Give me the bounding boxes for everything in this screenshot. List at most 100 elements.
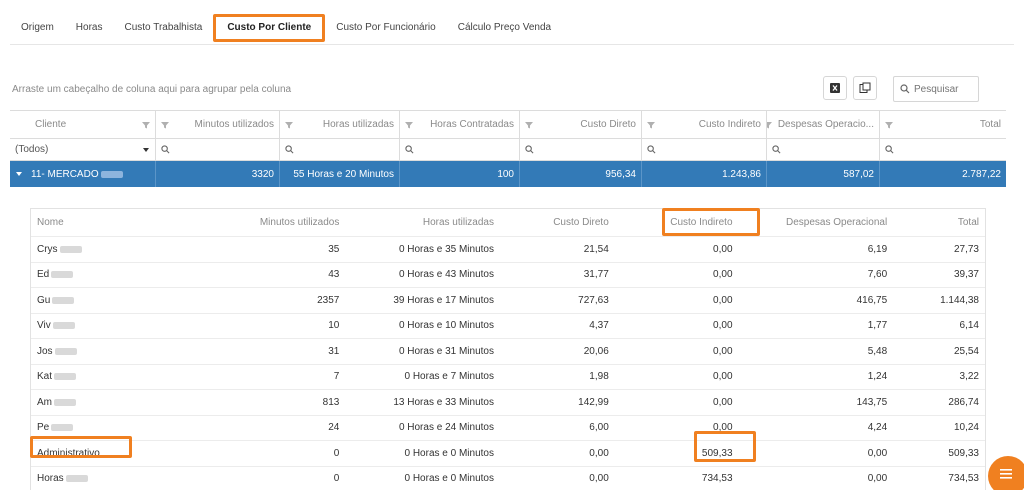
filter-icon[interactable] [525, 121, 533, 129]
cell-minutos: 2357 [186, 295, 346, 306]
filter-cell-custo-direto[interactable] [520, 139, 642, 160]
table-row[interactable]: Viv 10 0 Horas e 10 Minutos 4,37 0,00 1,77 6,1… [31, 314, 985, 339]
cell-despesas: 4,24 [739, 422, 894, 433]
col-header-custo-direto[interactable]: Custo Direto [520, 111, 642, 138]
filter-icon[interactable] [885, 121, 893, 129]
cell-text: 31,77 [583, 269, 609, 281]
cell-custo-direto: 6,00 [500, 422, 615, 433]
tab-origem[interactable]: Origem [10, 14, 65, 42]
table-row[interactable]: Crys 35 0 Horas e 35 Minutos 21,54 0,00 6,19 2… [31, 237, 985, 263]
tab-custo-por-funcionario[interactable]: Custo Por Funcionário [325, 14, 447, 42]
cell-text: 6,19 [867, 243, 888, 255]
table-row[interactable]: Am 813 13 Horas e 33 Minutos 142,99 0,00 143,… [31, 390, 985, 416]
cell-text: 20,06 [583, 345, 609, 357]
col-header-label: Custo Indireto [698, 119, 761, 130]
filter-cell-total[interactable] [880, 139, 1006, 160]
detail-header-horas[interactable]: Horas utilizadas [345, 217, 500, 228]
tab-custo-por-cliente[interactable]: Custo Por Cliente [213, 14, 326, 42]
cell-text: 0,00 [589, 473, 609, 485]
cell-text: 509,33 [948, 447, 979, 459]
tab-horas[interactable]: Horas [65, 14, 114, 42]
table-row[interactable]: Gu 2357 39 Horas e 17 Minutos 727,63 0,00 416… [31, 288, 985, 314]
cliente-filter-select[interactable]: (Todos) [10, 139, 156, 160]
filter-icon[interactable] [767, 121, 772, 129]
cell-nome: Jos [31, 346, 186, 357]
export-excel-button[interactable] [823, 76, 847, 100]
group-cell-despesas: 587,02 [767, 161, 880, 187]
search-icon [285, 145, 294, 154]
collapse-caret-icon[interactable] [15, 171, 23, 177]
cell-horas: 0 Horas e 0 Minutos [345, 448, 500, 459]
cell-text: 4,24 [867, 422, 888, 434]
cell-total: 734,53 [893, 473, 985, 484]
filter-cell-despesas[interactable] [767, 139, 880, 160]
table-row[interactable]: Horas 0 0 Horas e 0 Minutos 0,00 734,53 0,00 7… [31, 467, 985, 490]
filter-icon[interactable] [142, 121, 150, 129]
cell-custo-direto: 727,63 [500, 295, 615, 306]
table-row[interactable]: Jos 31 0 Horas e 31 Minutos 20,06 0,00 5,48 25… [31, 339, 985, 365]
cell-horas: 0 Horas e 31 Minutos [345, 346, 500, 357]
col-header-cliente[interactable]: Cliente [10, 111, 156, 138]
filter-cell-contratadas[interactable] [400, 139, 520, 160]
cell-text: Kat [37, 371, 53, 383]
detail-header-total[interactable]: Total [893, 217, 985, 228]
cell-despesas: 1,24 [739, 371, 894, 382]
cell-text: 416,75 [856, 294, 888, 306]
cell-minutos: 0 [186, 473, 346, 484]
detail-header-nome[interactable]: Nome [31, 217, 186, 228]
search-icon [525, 145, 534, 154]
redacted-text [51, 424, 74, 432]
header-row: Cliente Minutos utilizados Horas utiliza… [10, 111, 1006, 139]
cell-text: 0 [333, 447, 340, 459]
cell-text: Viv [37, 320, 51, 332]
filter-icon[interactable] [405, 121, 413, 129]
cell-despesas: 0,00 [739, 448, 894, 459]
redacted-text [54, 373, 77, 381]
detail-header-despesas[interactable]: Despesas Operacional [739, 217, 894, 228]
cell-nome: Ed [31, 269, 186, 280]
cell-text: 0,00 [713, 422, 733, 434]
table-row[interactable]: Pe 24 0 Horas e 24 Minutos 6,00 0,00 4,24 10,2… [31, 416, 985, 441]
cell-text: 27,73 [953, 243, 979, 255]
col-header-total[interactable]: Total [880, 111, 1006, 138]
menu-fab-button[interactable] [988, 456, 1024, 490]
cell-nome: Gu [31, 295, 186, 306]
table-row[interactable]: Ed 43 0 Horas e 43 Minutos 31,77 0,00 7,60 39,… [31, 263, 985, 288]
filter-icon[interactable] [647, 121, 655, 129]
tab-calculo-preco-venda[interactable]: Cálculo Preço Venda [447, 14, 562, 42]
cell-custo-indireto: 0,00 [615, 346, 739, 357]
cell-text: 6,14 [959, 320, 979, 332]
detail-header-custo-direto[interactable]: Custo Direto [500, 217, 615, 228]
cell-custo-indireto: 0,00 [615, 244, 739, 255]
table-row[interactable]: Administrativo 0 0 Horas e 0 Minutos 0,00 50… [31, 441, 985, 467]
cell-despesas: 143,75 [739, 397, 894, 408]
filter-icon[interactable] [285, 121, 293, 129]
search-box[interactable] [893, 76, 979, 102]
cell-custo-indireto: 0,00 [615, 397, 739, 408]
filter-icon[interactable] [161, 121, 169, 129]
col-header-horas[interactable]: Horas utilizadas [280, 111, 400, 138]
col-header-despesas[interactable]: Despesas Operacio... [767, 111, 880, 138]
search-icon [405, 145, 414, 154]
filter-cell-horas[interactable] [280, 139, 400, 160]
detail-header-minutos[interactable]: Minutos utilizados [186, 217, 346, 228]
cell-despesas: 5,48 [739, 346, 894, 357]
cell-despesas: 0,00 [739, 473, 894, 484]
table-row[interactable]: Kat 7 0 Horas e 7 Minutos 1,98 0,00 1,24 3,22 [31, 365, 985, 390]
filter-cell-custo-indireto[interactable] [642, 139, 767, 160]
group-row-selected[interactable]: 11- MERCADO 3320 55 Horas e 20 Minutos 1… [10, 161, 1006, 187]
cell-text: 727,63 [578, 294, 609, 306]
column-chooser-button[interactable] [853, 76, 877, 100]
cell-horas: 0 Horas e 10 Minutos [345, 320, 500, 331]
cell-despesas: 416,75 [739, 295, 894, 306]
cell-despesas: 7,60 [739, 269, 894, 280]
detail-header-custo-indireto[interactable]: Custo Indireto [615, 217, 739, 228]
filter-cell-minutos[interactable] [156, 139, 280, 160]
col-header-contratadas[interactable]: Horas Contratadas [400, 111, 520, 138]
cell-nome: Pe [31, 422, 186, 433]
col-header-minutos[interactable]: Minutos utilizados [156, 111, 280, 138]
search-input[interactable] [914, 83, 976, 95]
tab-custo-trabalhista[interactable]: Custo Trabalhista [113, 14, 213, 42]
menu-icon [1000, 469, 1012, 479]
col-header-custo-indireto[interactable]: Custo Indireto [642, 111, 767, 138]
